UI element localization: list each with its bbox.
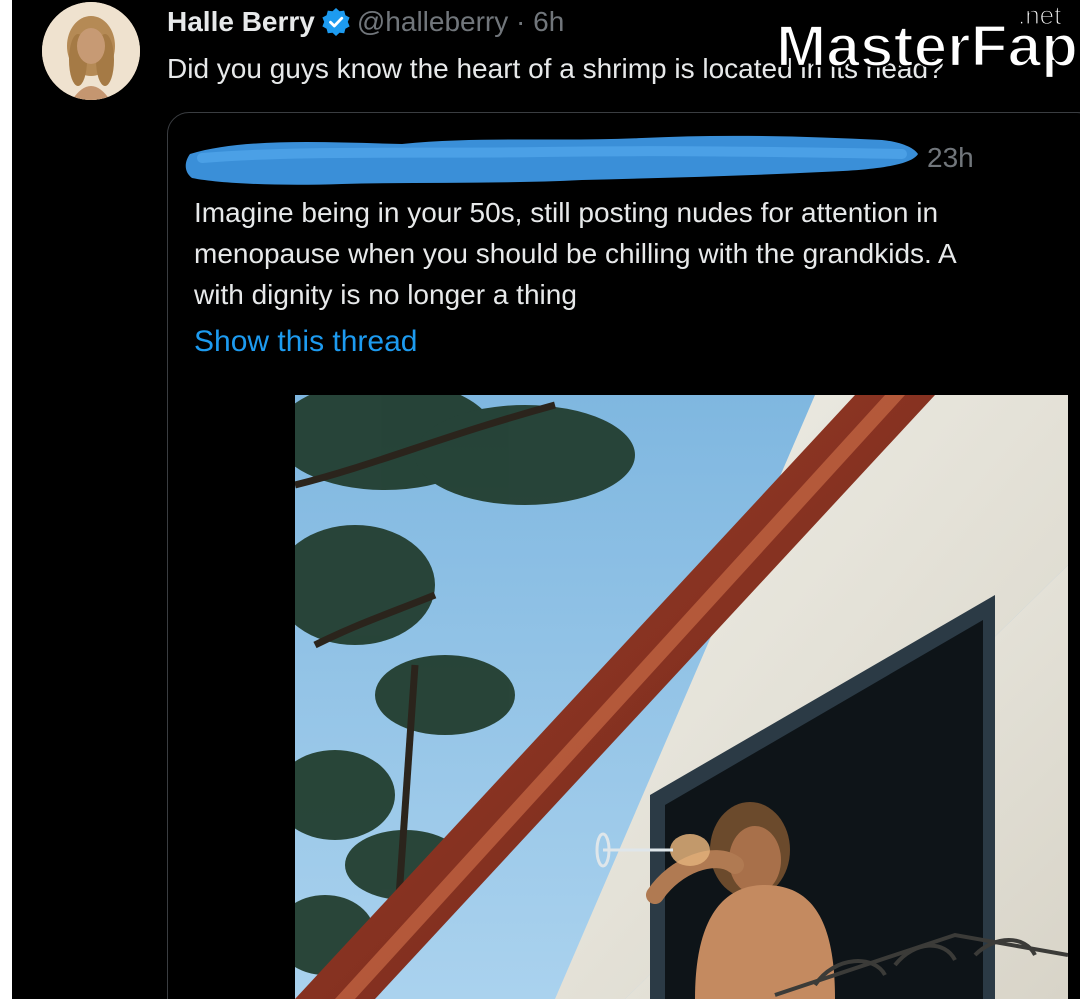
author-handle[interactable]: @halleberry xyxy=(357,6,508,37)
balcony-photo xyxy=(295,395,1068,999)
verified-badge-icon xyxy=(321,7,351,37)
quoted-tweet-line: Imagine being in your 50s, still posting… xyxy=(194,197,939,228)
author-name[interactable]: Halle Berry xyxy=(167,6,315,37)
avatar-portrait xyxy=(42,2,140,100)
quoted-tweet-line: menopause when you should be chilling wi… xyxy=(194,238,957,269)
watermark-brand: MasterFap xyxy=(776,14,1078,79)
masterfap-watermark: .net MasterFap xyxy=(775,0,1079,80)
quoted-tweet-media[interactable] xyxy=(295,395,1068,999)
quoted-tweet-line: with dignity is no longer a thing xyxy=(194,279,577,310)
avatar[interactable] xyxy=(42,2,140,100)
redaction-scribble xyxy=(185,135,918,185)
quoted-tweet-time[interactable]: 23h xyxy=(927,140,974,176)
header-separator: · xyxy=(516,6,526,37)
show-thread-link[interactable]: Show this thread xyxy=(194,322,417,362)
tweet-header: Halle Berry @halleberry · 6h xyxy=(167,4,564,40)
tweet-time[interactable]: 6h xyxy=(533,6,564,37)
quoted-tweet-text: Imagine being in your 50s, still posting… xyxy=(194,192,1080,315)
tweet-panel: Halle Berry @halleberry · 6h Did you guys… xyxy=(12,0,1080,999)
